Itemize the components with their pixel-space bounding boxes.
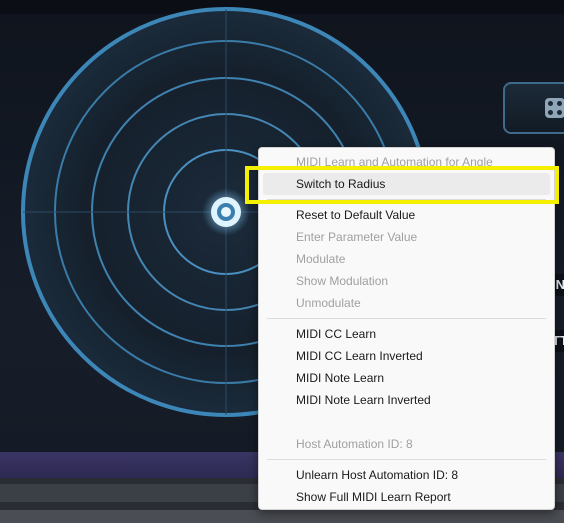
menu-item-show-midi-learn-report[interactable]: Show Full MIDI Learn Report [259,486,554,508]
menu-item-midi-cc-learn[interactable]: MIDI CC Learn [259,323,554,345]
menu-item-show-modulation: Show Modulation [296,274,389,288]
bottom-bar-lower [0,510,564,523]
radar-handle-icon[interactable] [202,188,250,236]
dice-icon [545,98,564,118]
menu-item-modulate: Modulate [296,252,346,266]
randomize-button[interactable] [503,82,564,134]
menu-item-reset-default[interactable]: Reset to Default Value [259,204,554,226]
menu-item-unmodulate: Unmodulate [296,296,361,310]
menu-separator [267,318,546,319]
menu-item-unlearn-host-automation[interactable]: Unlearn Host Automation ID: 8 [259,464,554,486]
highlight-annotation [245,166,559,204]
menu-separator [267,459,546,460]
menu-item-midi-note-learn-inverted[interactable]: MIDI Note Learn Inverted [259,389,554,411]
menu-item-midi-note-learn[interactable]: MIDI Note Learn [259,367,554,389]
menu-item-host-automation-id: Host Automation ID: 8 [296,437,413,451]
menu-item-midi-cc-learn-inverted[interactable]: MIDI CC Learn Inverted [259,345,554,367]
menu-item-enter-value: Enter Parameter Value [296,230,418,244]
